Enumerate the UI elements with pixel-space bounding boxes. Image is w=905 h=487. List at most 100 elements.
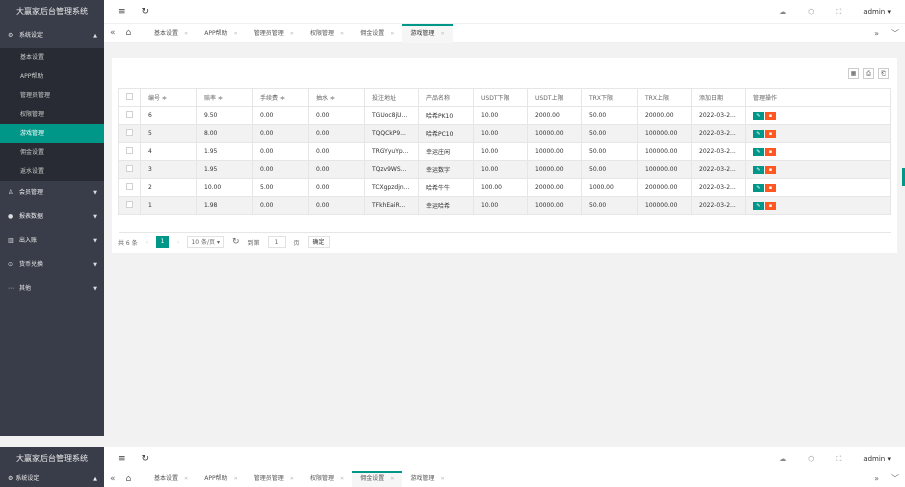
table-row[interactable]: 6 9.50 0.00 0.00 TGUoc8jU... 哈希PK10 10.00 2000.…	[118, 106, 891, 125]
edit-button[interactable]: ✎	[753, 183, 764, 192]
tab-basic[interactable]: 基本设置 ✕	[146, 471, 196, 487]
tab-commission[interactable]: 佣金设置 ✕	[352, 24, 402, 43]
close-icon[interactable]: ✕	[234, 31, 238, 37]
user-menu[interactable]: admin ▾	[863, 447, 891, 471]
tab-commission[interactable]: 佣金设置 ✕	[352, 471, 403, 487]
sidebar-item-rebate[interactable]: 返水设置	[0, 162, 104, 181]
home-icon[interactable]: ⌂	[126, 471, 132, 487]
fullscreen-icon[interactable]: ⛶	[836, 0, 841, 24]
edit-button[interactable]: ✎	[753, 111, 764, 120]
row-select-cell[interactable]	[118, 196, 141, 215]
sidebar-group-members[interactable]: ♙ 会员管理 ▼	[0, 181, 104, 205]
close-icon[interactable]: ✕	[340, 31, 344, 37]
tab-scroll-right-icon[interactable]: »	[874, 24, 879, 43]
close-icon[interactable]: ✕	[390, 31, 394, 37]
fullscreen-icon[interactable]: ⛶	[836, 447, 841, 471]
row-checkbox[interactable]	[126, 111, 133, 118]
close-icon[interactable]: ✕	[290, 476, 294, 482]
refresh-icon[interactable]: ↻	[142, 447, 150, 471]
row-checkbox[interactable]	[126, 165, 133, 172]
menu-toggle-icon[interactable]: ≡	[118, 447, 126, 471]
tag-icon[interactable]: ⬡	[808, 447, 814, 471]
sidebar-group-system[interactable]: ⚙ 系统设定 ▲	[0, 471, 104, 487]
pager-refresh-icon[interactable]: ↻	[232, 237, 240, 247]
pager-prev-icon[interactable]: ‹	[146, 239, 148, 246]
close-icon[interactable]: ✕	[184, 476, 188, 482]
pager-next-icon[interactable]: ›	[177, 239, 179, 246]
close-icon[interactable]: ✕	[184, 31, 188, 37]
sidebar-item-basic[interactable]: 基本设置	[0, 48, 104, 67]
sidebar-group-other[interactable]: ⋯ 其他 ▼	[0, 277, 104, 301]
chevron-down-icon[interactable]: ﹀	[891, 24, 899, 43]
row-select-cell[interactable]	[118, 142, 141, 161]
export-icon[interactable]: ⎙	[863, 68, 874, 79]
home-icon[interactable]: ⌂	[126, 24, 132, 43]
chevron-down-icon[interactable]: ﹀	[891, 471, 899, 487]
sidebar-item-permission[interactable]: 权限管理	[0, 105, 104, 124]
select-all-checkbox[interactable]	[126, 93, 133, 100]
edit-button[interactable]: ✎	[753, 129, 764, 138]
pager-confirm-button[interactable]: 确定	[307, 236, 330, 248]
close-icon[interactable]: ✕	[340, 476, 344, 482]
sidebar-group-exchange[interactable]: ⊙ 货币兑换 ▼	[0, 253, 104, 277]
print-icon[interactable]: ⎗	[878, 68, 889, 79]
refresh-icon[interactable]: ↻	[142, 0, 150, 24]
delete-button[interactable]: ▪	[765, 129, 776, 138]
table-row[interactable]: 2 10.00 5.00 0.00 TCXgpzdjn... 哈希牛牛 100.00 2000…	[118, 178, 891, 197]
cloud-icon[interactable]: ☁	[779, 0, 786, 24]
edit-button[interactable]: ✎	[753, 147, 764, 156]
tab-admin[interactable]: 管理员管理 ✕	[246, 471, 302, 487]
tab-scroll-right-icon[interactable]: »	[874, 471, 879, 487]
pager-current-page[interactable]: 1	[156, 236, 170, 248]
col-rake[interactable]: 抽水 ≑	[308, 88, 365, 107]
tag-icon[interactable]: ⬡	[808, 0, 814, 24]
sidebar-item-game[interactable]: 游戏管理	[0, 124, 104, 143]
edit-button[interactable]: ✎	[753, 201, 764, 210]
close-icon[interactable]: ✕	[440, 476, 444, 482]
sidebar-item-admin[interactable]: 管理员管理	[0, 86, 104, 105]
close-icon[interactable]: ✕	[290, 31, 294, 37]
row-checkbox[interactable]	[126, 201, 133, 208]
table-row[interactable]: 1 1.98 0.00 0.00 TFkhEaiR... 幸运哈希 10.00 10000.0…	[118, 196, 891, 215]
sidebar-group-reports[interactable]: ● 报表数据 ▼	[0, 205, 104, 229]
tab-app-help[interactable]: APP帮助 ✕	[196, 24, 246, 43]
sidebar-item-app-help[interactable]: APP帮助	[0, 67, 104, 86]
tab-admin[interactable]: 管理员管理 ✕	[246, 24, 302, 43]
row-checkbox[interactable]	[126, 129, 133, 136]
sidebar-group-system[interactable]: ⚙ 系统设定 ▲	[0, 24, 104, 48]
tab-game[interactable]: 游戏管理 ✕	[402, 24, 453, 43]
row-checkbox[interactable]	[126, 147, 133, 154]
table-row[interactable]: 4 1.95 0.00 0.00 TRGYyuYp... 幸运庄闲 10.00 10000.0…	[118, 142, 891, 161]
tab-scroll-left-icon[interactable]: «	[110, 471, 116, 487]
delete-button[interactable]: ▪	[765, 111, 776, 120]
tab-permission[interactable]: 权限管理 ✕	[302, 471, 352, 487]
row-select-cell[interactable]	[118, 160, 141, 179]
table-row[interactable]: 3 1.95 0.00 0.00 TQzv9WS... 幸运数字 10.00 10000.00…	[118, 160, 891, 179]
close-icon[interactable]: ✕	[234, 476, 238, 482]
user-menu[interactable]: admin ▾	[863, 0, 891, 24]
row-select-cell[interactable]	[118, 124, 141, 143]
pager-goto-input[interactable]: 1	[267, 236, 286, 248]
edit-button[interactable]: ✎	[753, 165, 764, 174]
col-fee[interactable]: 手续费 ≑	[252, 88, 309, 107]
select-all-cell[interactable]	[118, 88, 141, 107]
delete-button[interactable]: ▪	[765, 165, 776, 174]
sidebar-item-commission[interactable]: 佣金设置	[0, 143, 104, 162]
row-select-cell[interactable]	[118, 106, 141, 125]
col-odds[interactable]: 赔率 ≑	[196, 88, 253, 107]
table-row[interactable]: 5 8.00 0.00 0.00 TQQCkP9... 哈希PC10 10.00 10000.…	[118, 124, 891, 143]
cloud-icon[interactable]: ☁	[779, 447, 786, 471]
delete-button[interactable]: ▪	[765, 147, 776, 156]
delete-button[interactable]: ▪	[765, 201, 776, 210]
close-icon[interactable]: ✕	[390, 476, 394, 482]
tab-permission[interactable]: 权限管理 ✕	[302, 24, 352, 43]
pager-size-select[interactable]: 10 条/页 ▾	[187, 236, 224, 248]
sidebar-group-accounts[interactable]: ▥ 出入账 ▼	[0, 229, 104, 253]
columns-filter-icon[interactable]: ▦	[848, 68, 859, 79]
tab-game[interactable]: 游戏管理 ✕	[402, 471, 452, 487]
col-id[interactable]: 编号 ≑	[140, 88, 197, 107]
menu-toggle-icon[interactable]: ≡	[118, 0, 126, 24]
close-icon[interactable]: ✕	[440, 31, 444, 37]
tab-scroll-left-icon[interactable]: «	[110, 24, 116, 43]
delete-button[interactable]: ▪	[765, 183, 776, 192]
